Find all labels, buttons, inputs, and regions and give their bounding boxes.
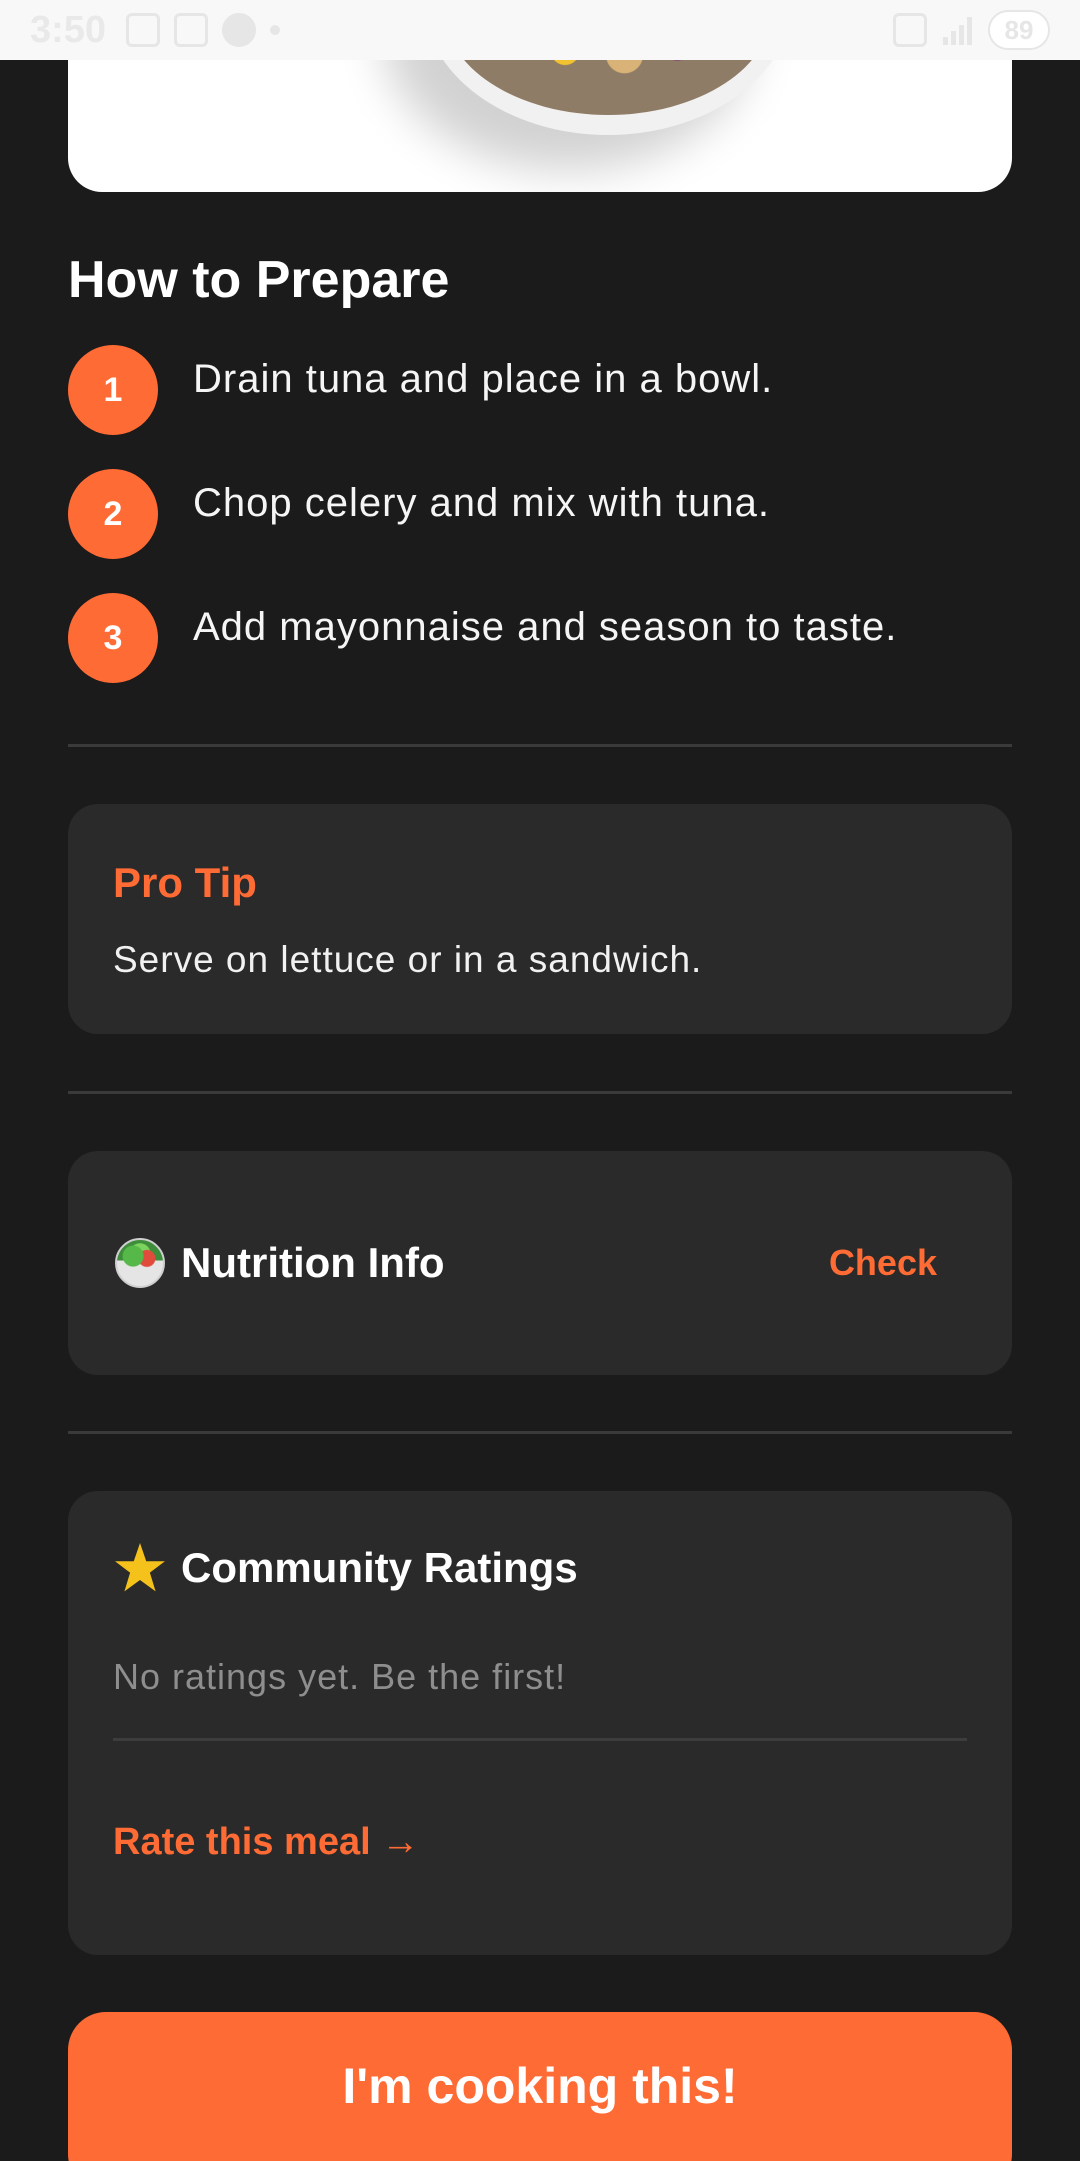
more-notifications-icon [270, 25, 281, 35]
section-divider [68, 744, 1012, 747]
system-icons: 89 [893, 10, 1050, 50]
vpn-key-icon [893, 13, 927, 47]
rate-meal-link[interactable]: Rate this meal → [113, 1821, 419, 1864]
section-divider [68, 1431, 1012, 1434]
pro-tip-text: Serve on lettuce or in a sandwich. [113, 939, 703, 980]
step-item: 1 Drain tuna and place in a bowl. [68, 345, 773, 435]
step-text: Add mayonnaise and season to taste. [193, 605, 898, 649]
status-time: 3:50 [30, 8, 107, 51]
step-text: Chop celery and mix with tuna. [193, 481, 770, 525]
nutrition-row: Nutrition Info Check [113, 1151, 937, 1375]
ratings-header: Community Ratings [113, 1541, 578, 1595]
check-nutrition-button[interactable]: Check [829, 1242, 937, 1284]
notification-icons [126, 13, 281, 47]
empty-ratings-text: No ratings yet. Be the first! [113, 1656, 567, 1697]
step-number-badge: 3 [68, 593, 158, 683]
step-text: Drain tuna and place in a bowl. [193, 357, 774, 401]
step-number-badge: 1 [68, 345, 158, 435]
notification-icon [126, 13, 161, 47]
ratings-title: Community Ratings [181, 1544, 578, 1591]
ratings-divider [113, 1738, 967, 1741]
battery-icon: 89 [988, 10, 1050, 50]
step-number-badge: 2 [68, 469, 158, 559]
step-item: 3 Add mayonnaise and season to taste. [68, 593, 897, 683]
app-notification-icon [222, 13, 257, 47]
pro-tip-title: Pro Tip [113, 859, 257, 906]
signal-icon [943, 15, 972, 45]
recipe-detail-screen: 3:50 89 How to Prepare 1 Drain tuna and … [0, 0, 1080, 2161]
cooking-this-button[interactable]: I'm cooking this! [68, 2012, 1012, 2161]
salad-icon [113, 1236, 167, 1290]
screenshot-icon [174, 13, 209, 47]
section-title: How to Prepare [68, 251, 450, 309]
nutrition-card: Nutrition Info Check [68, 1151, 1012, 1375]
pro-tip-card: Pro Tip Serve on lettuce or in a sandwic… [68, 804, 1012, 1034]
nutrition-title: Nutrition Info [181, 1239, 445, 1286]
star-icon [113, 1541, 167, 1595]
step-item: 2 Chop celery and mix with tuna. [68, 469, 770, 559]
section-divider [68, 1091, 1012, 1094]
community-ratings-card: Community Ratings No ratings yet. Be the… [68, 1491, 1012, 1955]
status-bar: 3:50 89 [0, 0, 1080, 60]
